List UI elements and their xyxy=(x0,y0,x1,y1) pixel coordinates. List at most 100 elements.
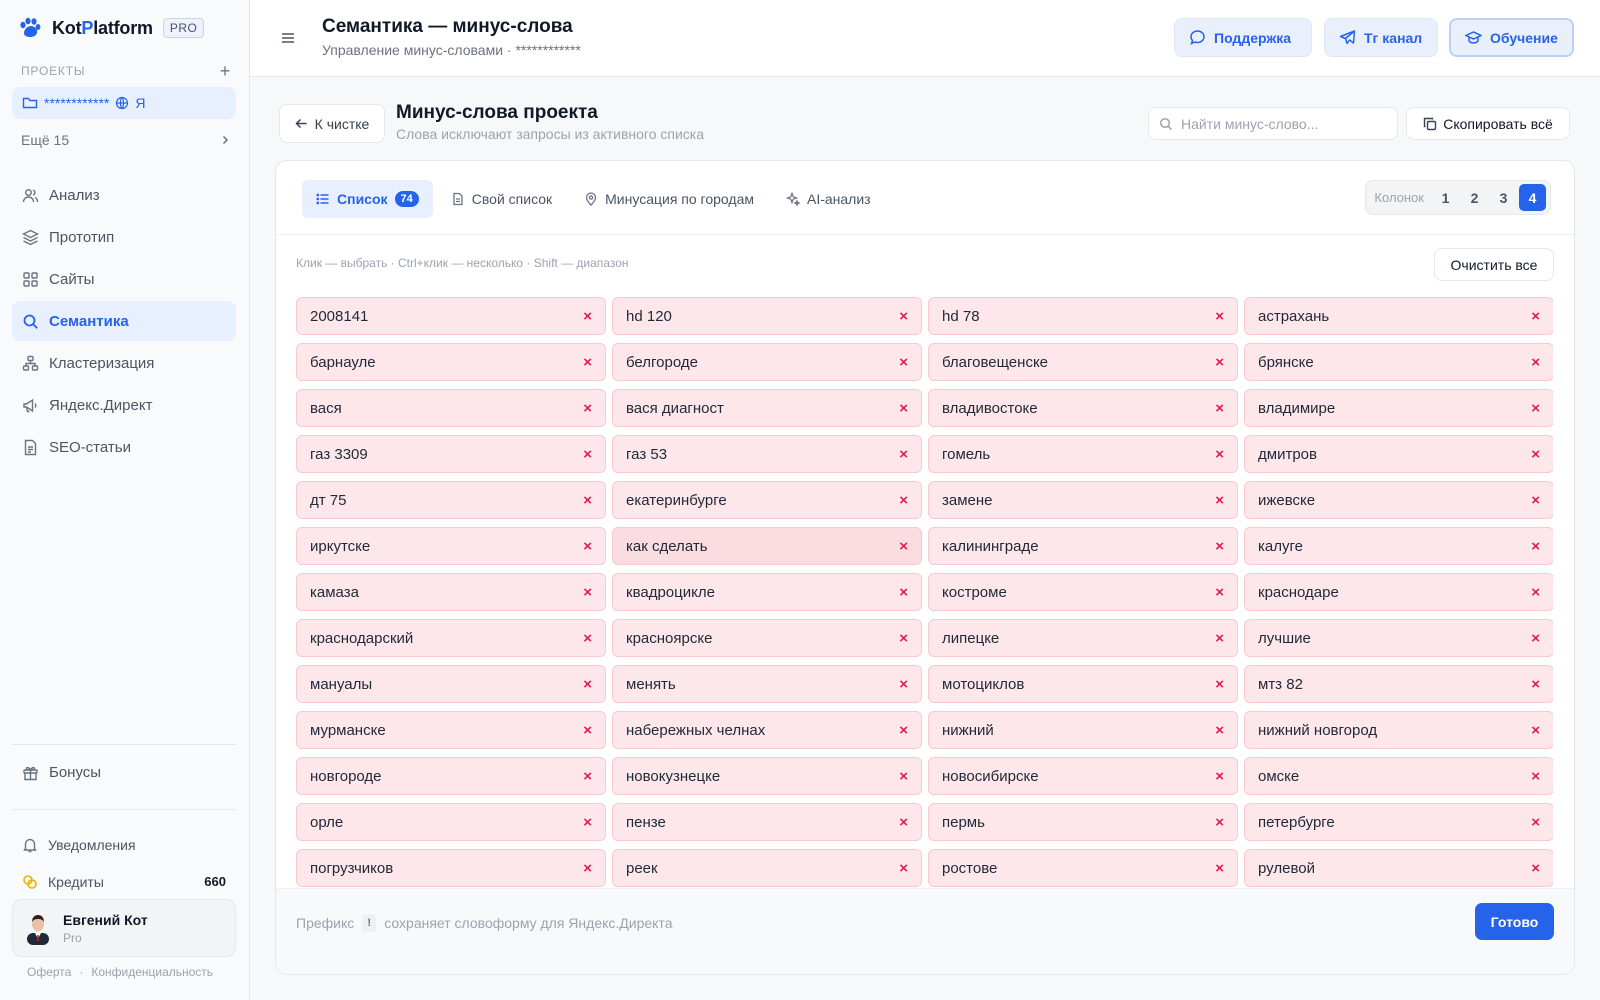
minus-word-chip[interactable]: менять × xyxy=(612,665,922,703)
minus-word-chip[interactable]: костроме × xyxy=(928,573,1238,611)
notifications-link[interactable]: Уведомления xyxy=(12,826,236,863)
minus-word-chip[interactable]: вася × xyxy=(296,389,606,427)
minus-word-chip[interactable]: лучшие × xyxy=(1244,619,1553,657)
back-to-cleanup-button[interactable]: К чистке xyxy=(279,104,385,143)
remove-word-icon[interactable]: × xyxy=(1531,492,1540,509)
minus-word-chip[interactable]: газ 53 × xyxy=(612,435,922,473)
minus-word-chip[interactable]: пензе × xyxy=(612,803,922,841)
brand[interactable]: KotPlatform PRO xyxy=(18,16,205,40)
remove-word-icon[interactable]: × xyxy=(1215,814,1224,831)
minus-word-chip[interactable]: новосибирске × xyxy=(928,757,1238,795)
telegram-button[interactable]: Тг канал xyxy=(1324,18,1438,57)
minus-word-chip[interactable]: рулевой × xyxy=(1244,849,1553,887)
remove-word-icon[interactable]: × xyxy=(583,768,592,785)
remove-word-icon[interactable]: × xyxy=(1531,860,1540,877)
minus-word-chip[interactable]: барнауле × xyxy=(296,343,606,381)
minus-word-chip[interactable]: красноярске × xyxy=(612,619,922,657)
sidebar-item-seo-articles[interactable]: SEO-статьи xyxy=(12,427,236,467)
credits-link[interactable]: Кредиты 660 xyxy=(12,863,236,900)
minus-word-chip[interactable]: замене × xyxy=(928,481,1238,519)
remove-word-icon[interactable]: × xyxy=(1531,446,1540,463)
columns-3-button[interactable]: 3 xyxy=(1490,184,1517,211)
remove-word-icon[interactable]: × xyxy=(583,400,592,417)
offer-link[interactable]: Оферта xyxy=(27,965,71,979)
remove-word-icon[interactable]: × xyxy=(1531,676,1540,693)
remove-word-icon[interactable]: × xyxy=(899,814,908,831)
remove-word-icon[interactable]: × xyxy=(1215,584,1224,601)
sidebar-item-analysis[interactable]: Анализ xyxy=(12,175,236,215)
remove-word-icon[interactable]: × xyxy=(583,354,592,371)
tab-custom-list[interactable]: Свой список xyxy=(437,180,566,218)
minus-word-chip[interactable]: орле × xyxy=(296,803,606,841)
sidebar-item-clustering[interactable]: Кластеризация xyxy=(12,343,236,383)
sidebar-item-yandex-direct[interactable]: Яндекс.Директ xyxy=(12,385,236,425)
minus-word-chip[interactable]: владивостоке × xyxy=(928,389,1238,427)
sidebar-item-prototype[interactable]: Прототип xyxy=(12,217,236,257)
minus-word-chip[interactable]: краснодарский × xyxy=(296,619,606,657)
minus-word-chip[interactable]: новокузнецке × xyxy=(612,757,922,795)
minus-word-chip[interactable]: ижевске × xyxy=(1244,481,1553,519)
remove-word-icon[interactable]: × xyxy=(899,676,908,693)
minus-word-chip[interactable]: квадроцикле × xyxy=(612,573,922,611)
remove-word-icon[interactable]: × xyxy=(899,538,908,555)
remove-word-icon[interactable]: × xyxy=(583,584,592,601)
remove-word-icon[interactable]: × xyxy=(1531,538,1540,555)
remove-word-icon[interactable]: × xyxy=(1531,814,1540,831)
minus-word-chip[interactable]: мурманске × xyxy=(296,711,606,749)
minus-word-chip[interactable]: новгороде × xyxy=(296,757,606,795)
minus-word-chip[interactable]: мтз 82 × xyxy=(1244,665,1553,703)
columns-2-button[interactable]: 2 xyxy=(1461,184,1488,211)
remove-word-icon[interactable]: × xyxy=(899,492,908,509)
privacy-link[interactable]: Конфиденциальность xyxy=(91,965,213,979)
remove-word-icon[interactable]: × xyxy=(1215,722,1224,739)
minus-word-chip[interactable]: петербурге × xyxy=(1244,803,1553,841)
add-project-button[interactable]: + xyxy=(220,62,231,80)
current-project[interactable]: ************ Я xyxy=(12,87,236,119)
remove-word-icon[interactable]: × xyxy=(899,584,908,601)
remove-word-icon[interactable]: × xyxy=(899,860,908,877)
remove-word-icon[interactable]: × xyxy=(899,400,908,417)
remove-word-icon[interactable]: × xyxy=(1215,446,1224,463)
remove-word-icon[interactable]: × xyxy=(583,308,592,325)
minus-word-chip[interactable]: липецке × xyxy=(928,619,1238,657)
remove-word-icon[interactable]: × xyxy=(899,308,908,325)
tab-ai-analysis[interactable]: AI-анализ xyxy=(772,180,885,218)
remove-word-icon[interactable]: × xyxy=(1215,860,1224,877)
minus-word-chip[interactable]: дт 75 × xyxy=(296,481,606,519)
remove-word-icon[interactable]: × xyxy=(1215,400,1224,417)
remove-word-icon[interactable]: × xyxy=(1531,308,1540,325)
remove-word-icon[interactable]: × xyxy=(1215,676,1224,693)
minus-word-chip[interactable]: благовещенске × xyxy=(928,343,1238,381)
minus-word-chip[interactable]: газ 3309 × xyxy=(296,435,606,473)
clear-all-button[interactable]: Очистить все xyxy=(1434,248,1554,281)
remove-word-icon[interactable]: × xyxy=(583,492,592,509)
minus-word-search[interactable] xyxy=(1148,107,1398,140)
remove-word-icon[interactable]: × xyxy=(899,354,908,371)
minus-word-chip[interactable]: астрахань × xyxy=(1244,297,1553,335)
minus-word-chip[interactable]: брянске × xyxy=(1244,343,1553,381)
minus-word-chip[interactable]: как сделать × xyxy=(612,527,922,565)
minus-word-chip[interactable]: пермь × xyxy=(928,803,1238,841)
minus-word-chip[interactable]: мотоциклов × xyxy=(928,665,1238,703)
copy-all-button[interactable]: Скопировать всё xyxy=(1406,107,1570,140)
minus-word-chip[interactable]: калуге × xyxy=(1244,527,1553,565)
support-button[interactable]: Поддержка xyxy=(1174,18,1312,57)
done-button[interactable]: Готово xyxy=(1475,903,1554,940)
remove-word-icon[interactable]: × xyxy=(899,446,908,463)
minus-word-chip[interactable]: камаза × xyxy=(296,573,606,611)
remove-word-icon[interactable]: × xyxy=(1531,768,1540,785)
sidebar-item-sites[interactable]: Сайты xyxy=(12,259,236,299)
minus-word-chip[interactable]: погрузчиков × xyxy=(296,849,606,887)
minus-word-chip[interactable]: краснодаре × xyxy=(1244,573,1553,611)
minus-word-chip[interactable]: hd 78 × xyxy=(928,297,1238,335)
remove-word-icon[interactable]: × xyxy=(583,814,592,831)
minus-word-chip[interactable]: гомель × xyxy=(928,435,1238,473)
minus-word-chip[interactable]: владимире × xyxy=(1244,389,1553,427)
sidebar-item-bonuses[interactable]: Бонусы xyxy=(12,752,236,792)
remove-word-icon[interactable]: × xyxy=(1531,584,1540,601)
remove-word-icon[interactable]: × xyxy=(1531,400,1540,417)
minus-word-chip[interactable]: дмитров × xyxy=(1244,435,1553,473)
learning-button[interactable]: Обучение xyxy=(1449,18,1574,57)
remove-word-icon[interactable]: × xyxy=(1215,538,1224,555)
remove-word-icon[interactable]: × xyxy=(583,630,592,647)
